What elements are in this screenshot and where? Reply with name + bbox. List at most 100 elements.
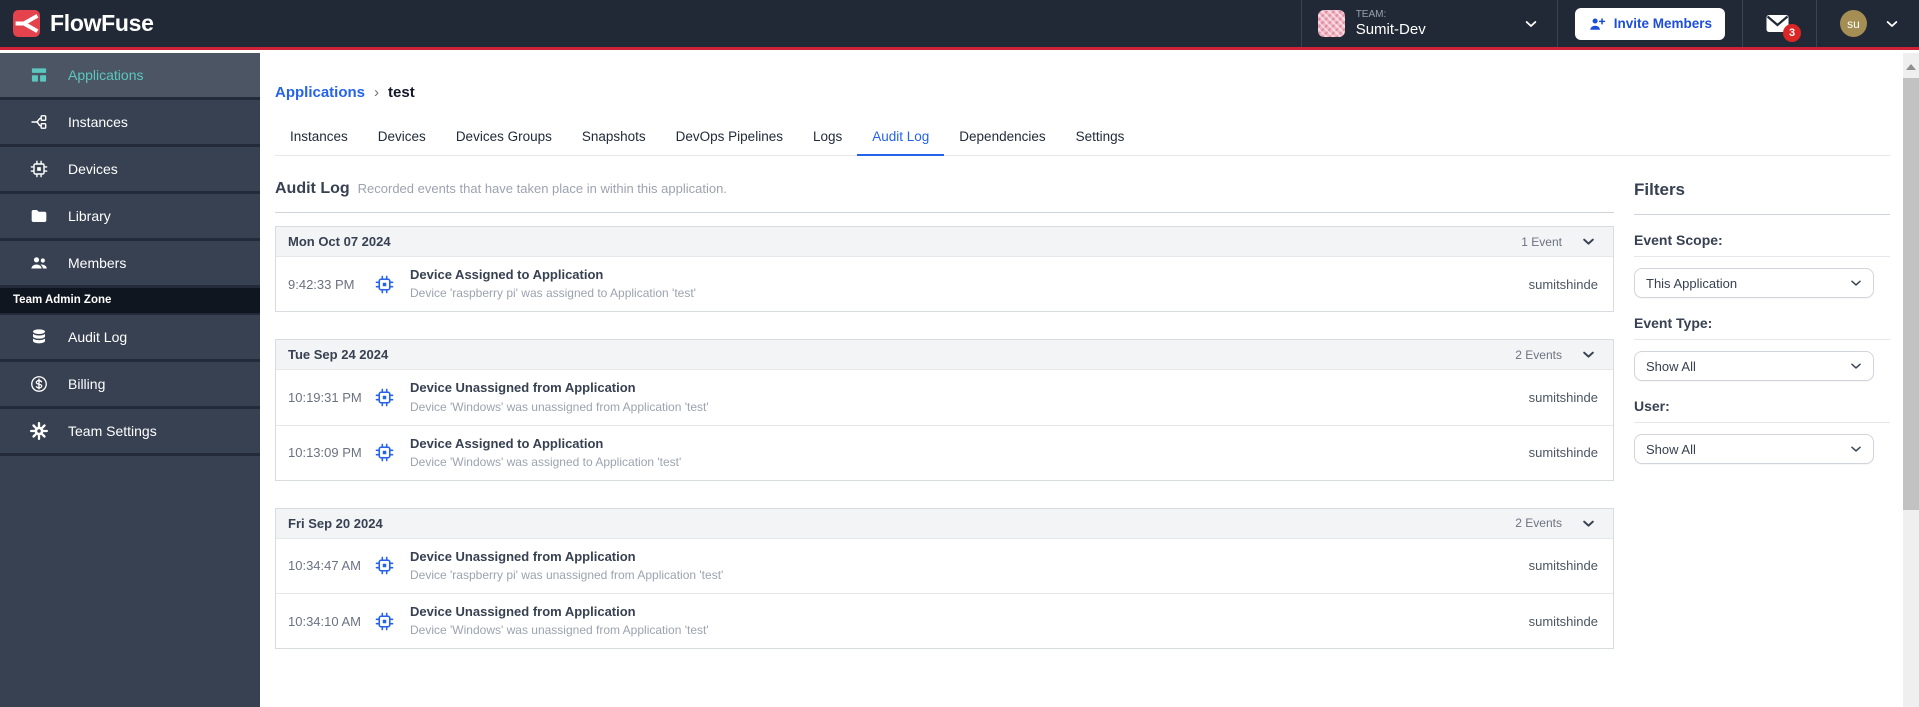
sidebar-item-team-settings[interactable]: Team Settings bbox=[0, 409, 260, 456]
devices-icon bbox=[30, 160, 48, 178]
sidebar-item-label: Library bbox=[68, 208, 111, 224]
tab[interactable]: Logs bbox=[798, 121, 857, 156]
tab[interactable]: Instances bbox=[275, 121, 363, 156]
audit-event-groups: Mon Oct 07 2024 1 Event 9:42:33 PM Devic… bbox=[275, 226, 1614, 650]
breadcrumb-separator: › bbox=[374, 84, 380, 101]
scrollbar-thumb[interactable] bbox=[1903, 78, 1919, 510]
event-group: Tue Sep 24 2024 2 Events 10:19:31 PM Dev… bbox=[275, 339, 1614, 481]
applications-icon bbox=[31, 68, 47, 82]
audit-event-row[interactable]: 10:34:47 AM Device Unassigned from Appli… bbox=[276, 537, 1613, 593]
group-date: Fri Sep 20 2024 bbox=[288, 515, 383, 531]
breadcrumb-applications-link[interactable]: Applications bbox=[275, 84, 365, 101]
team-avatar bbox=[1317, 10, 1345, 37]
audit-event-row[interactable]: 9:42:33 PM Device Assigned to Applicatio… bbox=[276, 256, 1613, 311]
filters-title: Filters bbox=[1634, 180, 1686, 199]
device-chip-icon bbox=[375, 557, 394, 575]
event-description: Device 'Windows' was assigned to Applica… bbox=[410, 454, 682, 469]
filter-select-value: Show All bbox=[1646, 441, 1696, 457]
page-title: Audit Log bbox=[275, 180, 350, 197]
top-navbar: FlowFuse TEAM: Sumit-Dev Invite Members bbox=[0, 0, 1919, 50]
device-chip-icon bbox=[375, 275, 394, 293]
brand-name: FlowFuse bbox=[50, 10, 154, 36]
team-name: Sumit-Dev bbox=[1355, 20, 1426, 38]
audit-event-row[interactable]: 10:34:10 AM Device Unassigned from Appli… bbox=[276, 593, 1613, 648]
settings-icon bbox=[30, 422, 48, 440]
filters-divider bbox=[1634, 214, 1890, 215]
notifications-button[interactable]: 3 bbox=[1742, 0, 1816, 47]
event-user: sumitshinde bbox=[1528, 389, 1598, 405]
sidebar-item-billing[interactable]: Billing bbox=[0, 362, 260, 409]
notification-count-badge: 3 bbox=[1783, 23, 1801, 42]
chevron-down-icon[interactable] bbox=[1581, 234, 1596, 249]
sidebar-item-members[interactable]: Members bbox=[0, 241, 260, 288]
event-time: 9:42:33 PM bbox=[288, 276, 355, 292]
audit-event-row[interactable]: 10:19:31 PM Device Unassigned from Appli… bbox=[276, 369, 1613, 424]
breadcrumb: Applications › test bbox=[275, 84, 1890, 101]
sidebar-item-devices[interactable]: Devices bbox=[0, 147, 260, 194]
team-admin-zone-label: Team Admin Zone bbox=[0, 288, 260, 315]
filter-select[interactable]: This Application bbox=[1634, 268, 1874, 298]
filter-label: Event Scope: bbox=[1634, 232, 1890, 257]
section-divider bbox=[275, 212, 1614, 213]
sidebar-item-label: Team Settings bbox=[68, 423, 157, 439]
team-selector[interactable]: TEAM: Sumit-Dev bbox=[1300, 0, 1557, 47]
filter-select[interactable]: Show All bbox=[1634, 434, 1874, 464]
chevron-down-icon bbox=[1851, 446, 1861, 452]
user-menu[interactable]: su bbox=[1816, 0, 1919, 47]
chevron-down-icon[interactable] bbox=[1581, 347, 1596, 362]
event-user: sumitshinde bbox=[1528, 558, 1598, 574]
filter-label: Event Type: bbox=[1634, 315, 1890, 340]
audit-log-icon bbox=[33, 329, 45, 344]
filter-select[interactable]: Show All bbox=[1634, 351, 1874, 381]
tab[interactable]: Audit Log bbox=[857, 121, 945, 156]
library-icon bbox=[31, 210, 47, 222]
device-chip-icon bbox=[375, 443, 394, 462]
tab[interactable]: Devices bbox=[363, 121, 441, 156]
event-description: Device 'Windows' was unassigned from App… bbox=[410, 623, 709, 638]
event-description: Device 'Windows' was unassigned from App… bbox=[410, 399, 709, 414]
event-group-header[interactable]: Fri Sep 20 2024 2 Events bbox=[276, 508, 1613, 538]
event-user: sumitshinde bbox=[1528, 445, 1598, 461]
filter-select-value: Show All bbox=[1646, 358, 1696, 374]
tab[interactable]: Settings bbox=[1061, 121, 1140, 156]
chevron-down-icon bbox=[1525, 20, 1536, 27]
user-plus-icon bbox=[1589, 17, 1605, 30]
filter-label: User: bbox=[1634, 398, 1890, 423]
event-description: Device 'raspberry pi' was unassigned fro… bbox=[410, 568, 724, 582]
tab[interactable]: DevOps Pipelines bbox=[661, 121, 798, 156]
event-title: Device Unassigned from Application bbox=[410, 604, 636, 619]
tab[interactable]: Devices Groups bbox=[441, 121, 567, 156]
chevron-down-icon[interactable] bbox=[1581, 516, 1596, 531]
sidebar-item-label: Members bbox=[68, 255, 127, 271]
group-event-count: 1 Event bbox=[1521, 234, 1562, 249]
event-title: Device Assigned to Application bbox=[410, 435, 604, 451]
vertical-scrollbar[interactable] bbox=[1903, 53, 1919, 707]
sidebar: Applications Instances Devices Library M… bbox=[0, 53, 260, 707]
group-event-count: 2 Events bbox=[1515, 347, 1562, 362]
group-event-count: 2 Events bbox=[1515, 516, 1562, 531]
tab[interactable]: Dependencies bbox=[944, 121, 1060, 156]
tab[interactable]: Snapshots bbox=[567, 121, 661, 156]
audit-event-row[interactable]: 10:13:09 PM Device Assigned to Applicati… bbox=[276, 424, 1613, 480]
event-group: Mon Oct 07 2024 1 Event 9:42:33 PM Devic… bbox=[275, 226, 1614, 313]
sidebar-item-label: Applications bbox=[68, 67, 144, 83]
event-description: Device 'raspberry pi' was assigned to Ap… bbox=[410, 286, 696, 301]
event-user: sumitshinde bbox=[1528, 613, 1598, 629]
event-group-header[interactable]: Tue Sep 24 2024 2 Events bbox=[276, 340, 1613, 370]
event-group-header[interactable]: Mon Oct 07 2024 1 Event bbox=[276, 227, 1613, 256]
sidebar-item-instances[interactable]: Instances bbox=[0, 100, 260, 147]
flowfuse-logo[interactable]: FlowFuse bbox=[0, 10, 154, 37]
chevron-down-icon bbox=[1886, 20, 1898, 27]
sidebar-item-library[interactable]: Library bbox=[0, 194, 260, 241]
user-avatar: su bbox=[1840, 10, 1867, 37]
main-content: Applications › test Instances Devices De… bbox=[260, 53, 1903, 707]
sidebar-item-label: Devices bbox=[68, 161, 118, 177]
filter-select-value: This Application bbox=[1646, 275, 1738, 291]
scroll-up-arrow-icon[interactable] bbox=[1906, 64, 1916, 70]
invite-members-button[interactable]: Invite Members bbox=[1574, 7, 1725, 40]
sidebar-item-audit-log[interactable]: Audit Log bbox=[0, 315, 260, 362]
event-time: 10:13:09 PM bbox=[288, 445, 362, 461]
sidebar-item-applications[interactable]: Applications bbox=[0, 53, 260, 100]
members-icon bbox=[31, 257, 47, 269]
sidebar-item-label: Instances bbox=[68, 114, 128, 130]
